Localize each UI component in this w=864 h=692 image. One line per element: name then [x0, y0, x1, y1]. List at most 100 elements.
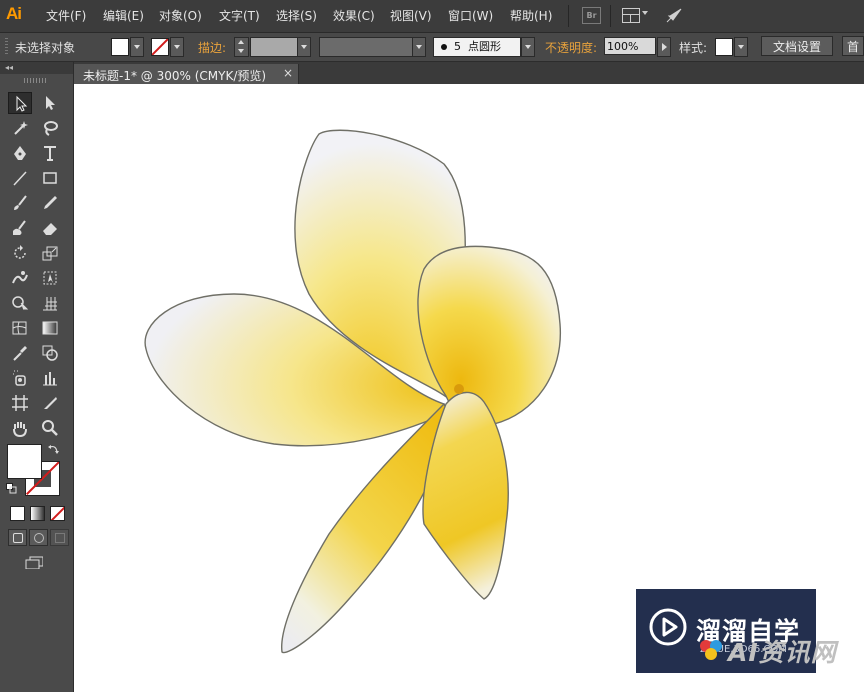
free-transform-tool[interactable]: [38, 267, 62, 289]
preferences-button[interactable]: 首: [842, 36, 864, 56]
control-bar: 未选择对象 描边: 5 点圆形 不透明度: 100% 样式: 文档设置 首: [0, 33, 864, 62]
sync-rocket-icon[interactable]: [665, 6, 683, 24]
tools-panel-header: ◂◂: [0, 62, 73, 74]
document-tab[interactable]: 未标题-1* @ 300% (CMYK/预览) ×: [74, 64, 299, 84]
menu-view[interactable]: 视图(V): [390, 7, 432, 24]
graphic-style-swatch[interactable]: [715, 38, 733, 56]
paintbrush-icon: [14, 195, 27, 210]
zoom-tool[interactable]: [38, 417, 62, 439]
opacity-slider-button[interactable]: [657, 37, 671, 57]
pen-tool[interactable]: [8, 142, 32, 164]
menu-file[interactable]: 文件(F): [46, 7, 86, 24]
rectangle-icon: [43, 172, 57, 184]
panel-grip[interactable]: [24, 78, 46, 83]
default-colors-icon[interactable]: [6, 483, 17, 494]
type-tool[interactable]: [38, 142, 62, 164]
magic-wand-icon: [14, 121, 28, 135]
mesh-tool[interactable]: [8, 317, 32, 339]
stroke-weight-field[interactable]: [250, 37, 298, 57]
chevron-down-icon[interactable]: [642, 11, 648, 15]
blob-brush-tool[interactable]: [8, 217, 32, 239]
opacity-field[interactable]: 100%: [604, 37, 656, 55]
collapse-icon[interactable]: ◂◂: [5, 63, 13, 72]
stroke-swatch[interactable]: [151, 38, 169, 56]
brush-definition-field[interactable]: 5 点圆形: [433, 37, 521, 57]
rotate-tool[interactable]: [8, 242, 32, 264]
brush-dropdown[interactable]: [521, 37, 535, 57]
menu-select[interactable]: 选择(S): [276, 7, 317, 24]
artboard-canvas[interactable]: 溜溜自学 ZIXUE.3D66.COM AI资讯网: [74, 84, 864, 692]
warp-tool[interactable]: [8, 267, 32, 289]
screen-mode-icon[interactable]: [25, 556, 43, 569]
menu-separator: [568, 5, 569, 27]
eraser-tool[interactable]: [38, 217, 62, 239]
menu-object[interactable]: 对象(O): [159, 7, 202, 24]
document-setup-button[interactable]: 文档设置: [761, 36, 833, 56]
none-mode-button[interactable]: [50, 506, 65, 521]
menu-separator: [610, 5, 611, 27]
menu-window[interactable]: 窗口(W): [448, 7, 493, 24]
stroke-label[interactable]: 描边:: [198, 39, 226, 56]
scale-tool[interactable]: [38, 242, 62, 264]
lasso-tool[interactable]: [38, 117, 62, 139]
hand-tool[interactable]: [8, 417, 32, 439]
stroke-weight-stepper[interactable]: [234, 37, 249, 57]
scale-icon: [42, 246, 58, 261]
perspective-grid-tool[interactable]: [38, 292, 62, 314]
draw-inside-button[interactable]: [50, 529, 69, 546]
paintbrush-tool[interactable]: [8, 192, 32, 214]
column-graph-tool[interactable]: [38, 367, 62, 389]
stroke-dropdown[interactable]: [170, 37, 184, 57]
brush-size: 5: [454, 40, 461, 53]
lasso-icon: [44, 121, 58, 136]
rotate-icon: [14, 245, 26, 259]
mesh-icon: [12, 321, 27, 335]
magic-wand-tool[interactable]: [8, 117, 32, 139]
shape-builder-tool[interactable]: [8, 292, 32, 314]
artboard-icon: [12, 395, 28, 411]
draw-normal-button[interactable]: [8, 529, 27, 546]
line-segment-tool[interactable]: [8, 167, 32, 189]
arrange-documents-icon[interactable]: [622, 8, 640, 23]
profile-dropdown[interactable]: [412, 37, 426, 57]
color-mode-button[interactable]: [10, 506, 25, 521]
gradient-mode-button[interactable]: [30, 506, 45, 521]
brush-dot-icon: [441, 44, 447, 50]
menu-type[interactable]: 文字(T): [219, 7, 260, 24]
fill-swatch[interactable]: [111, 38, 129, 56]
draw-behind-button[interactable]: [29, 529, 48, 546]
menu-help[interactable]: 帮助(H): [510, 7, 552, 24]
selection-tool[interactable]: [8, 92, 32, 114]
stroke-weight-dropdown[interactable]: [297, 37, 311, 57]
rectangle-tool[interactable]: [38, 167, 62, 189]
pencil-tool[interactable]: [38, 192, 62, 214]
document-tab-bar: 未标题-1* @ 300% (CMYK/预览) ×: [74, 62, 864, 84]
menu-edit[interactable]: 编辑(E): [103, 7, 144, 24]
blend-tool[interactable]: [38, 342, 62, 364]
gradient-tool[interactable]: [38, 317, 62, 339]
direct-arrow-icon: [46, 96, 55, 110]
fill-color-box[interactable]: [7, 444, 42, 479]
watermark-overlay-text: AI资讯网: [728, 638, 837, 667]
panel-grip[interactable]: [5, 38, 8, 56]
opacity-label[interactable]: 不透明度:: [545, 39, 597, 56]
menu-bar: Ai 文件(F) 编辑(E) 对象(O) 文字(T) 选择(S) 效果(C) 视…: [0, 0, 864, 33]
direct-selection-tool[interactable]: [38, 92, 62, 114]
artboard-tool[interactable]: [8, 392, 32, 414]
selection-status: 未选择对象: [15, 41, 76, 55]
slice-tool[interactable]: [38, 392, 62, 414]
symbol-sprayer-tool[interactable]: [8, 367, 32, 389]
menu-effect[interactable]: 效果(C): [333, 7, 375, 24]
close-icon[interactable]: ×: [283, 66, 293, 80]
colorful-logo-icon: [700, 640, 722, 660]
eyedropper-tool[interactable]: [8, 342, 32, 364]
bridge-icon[interactable]: Br: [582, 7, 601, 24]
style-dropdown[interactable]: [734, 37, 748, 57]
eyedropper-icon: [13, 346, 27, 361]
variable-width-profile[interactable]: [319, 37, 413, 57]
watermark-overlay: AI资讯网: [692, 628, 864, 668]
blob-brush-icon: [13, 220, 26, 235]
blend-icon: [42, 345, 58, 361]
swap-colors-icon[interactable]: [48, 443, 60, 455]
fill-dropdown[interactable]: [130, 37, 144, 57]
